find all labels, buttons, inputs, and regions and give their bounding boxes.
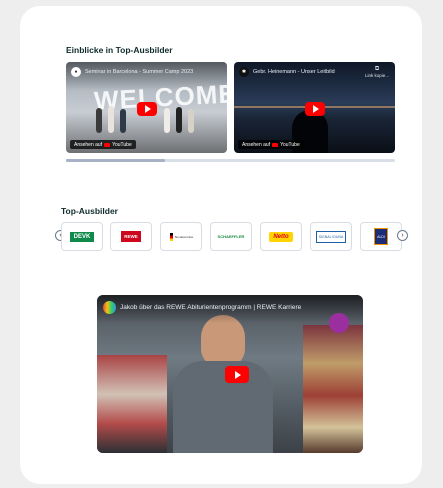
video-title: Jakob über das REWE Abiturientenprogramm… — [120, 304, 302, 311]
play-button[interactable] — [225, 366, 249, 383]
youtube-icon — [272, 142, 279, 147]
meat-counter — [97, 355, 167, 453]
person-shape — [164, 108, 170, 133]
chevron-right-icon[interactable]: › — [397, 230, 408, 241]
platform-label: YouTube — [280, 141, 300, 148]
promo-badge — [329, 313, 349, 333]
carousel-progress-track[interactable] — [66, 159, 395, 162]
copy-link-button[interactable]: ⧉ Link kopie... — [365, 66, 389, 78]
logo-rewe[interactable]: REWE — [110, 222, 152, 251]
person-shape — [120, 109, 126, 133]
logo-text: REWE — [121, 231, 141, 242]
watch-label: Ansehen auf — [74, 141, 103, 148]
insights-title: Einblicke in Top-Ausbilder — [66, 45, 173, 55]
video-header: ● Seminar in Barcelona - Summer Camp 202… — [71, 67, 205, 77]
watch-on-youtube-button[interactable]: Ansehen auf YouTube — [238, 140, 304, 149]
logo-text: SIGNAL IDUNA — [315, 230, 347, 243]
play-button[interactable] — [137, 102, 157, 116]
top-trainers-title: Top-Ausbilder — [61, 206, 118, 216]
logo-text: ALDI — [374, 228, 388, 245]
channel-avatar: ✱ — [239, 67, 249, 77]
video-card-barcelona[interactable]: ● Seminar in Barcelona - Summer Camp 202… — [66, 62, 227, 153]
logo-text: SCHAEFFLER — [217, 234, 245, 239]
person-shape — [108, 106, 114, 133]
platform-label: YouTube — [112, 141, 132, 148]
person-shape — [188, 109, 194, 133]
logo-bundesministerium[interactable]: Bundesministerium — [160, 222, 202, 251]
play-button[interactable] — [305, 102, 325, 116]
person-shape — [96, 108, 102, 133]
channel-avatar — [103, 301, 116, 314]
video-title: Gebr. Heinemann - Unser Leitbild — [253, 69, 335, 75]
copy-icon: ⧉ — [374, 66, 380, 72]
video-header: Jakob über das REWE Abiturientenprogramm… — [103, 301, 350, 314]
logo-signal-iduna[interactable]: SIGNAL IDUNA — [310, 222, 352, 251]
logo-text: Bundesministerium — [174, 234, 193, 239]
person-shirt — [173, 361, 273, 453]
person-shape — [176, 107, 182, 133]
logo-content: Bundesministerium — [169, 232, 193, 241]
logo-text: DEVK — [69, 231, 95, 242]
logo-netto[interactable]: Netto — [260, 222, 302, 251]
wine-shelf — [303, 325, 363, 453]
copy-link-label: Link kopie... — [364, 73, 389, 78]
channel-avatar: ● — [71, 67, 81, 77]
watch-on-youtube-button[interactable]: Ansehen auf YouTube — [70, 140, 136, 149]
watch-label: Ansehen auf — [242, 141, 271, 148]
logo-aldi[interactable]: ALDI — [360, 222, 402, 251]
video-card-heinemann[interactable]: ✱ Gebr. Heinemann - Unser Leitbild ⧉ Lin… — [234, 62, 395, 153]
logo-schaeffler[interactable]: SCHAEFFLER — [210, 222, 252, 251]
video-title: Seminar in Barcelona - Summer Camp 2023 — [85, 69, 194, 75]
logo-devk[interactable]: DEVK — [61, 222, 103, 251]
feature-video[interactable]: Jakob über das REWE Abiturientenprogramm… — [97, 295, 363, 453]
carousel-progress-thumb[interactable] — [66, 159, 165, 162]
flag-icon — [169, 232, 173, 241]
youtube-icon — [104, 142, 111, 147]
video-header: ✱ Gebr. Heinemann - Unser Leitbild — [239, 67, 363, 77]
logo-text: Netto — [269, 231, 293, 242]
